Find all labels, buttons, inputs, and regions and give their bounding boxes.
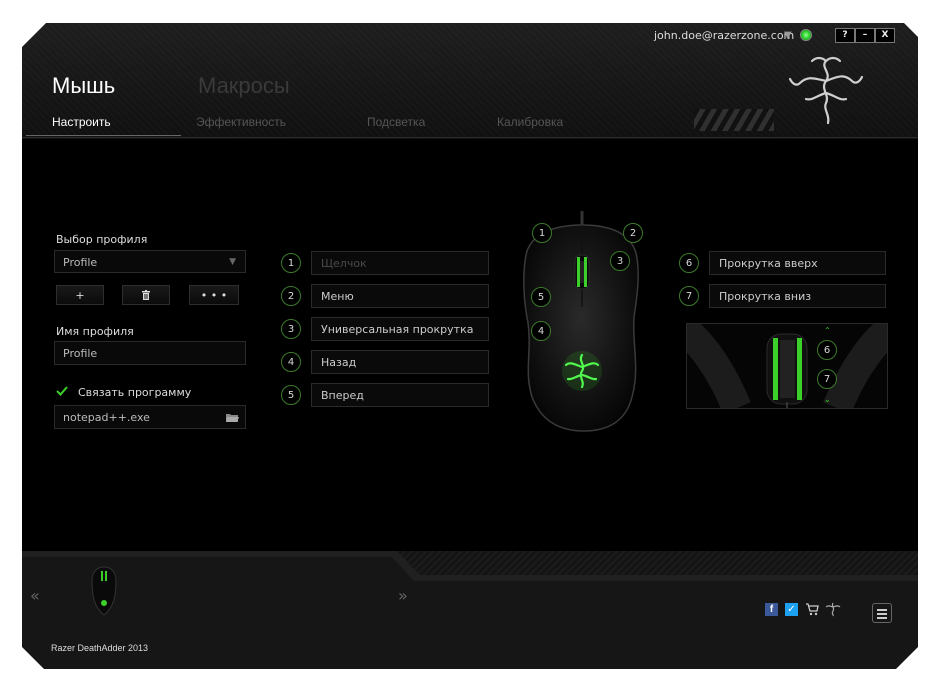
footer-background bbox=[22, 551, 918, 669]
button-number-3: 3 bbox=[281, 319, 301, 339]
device-thumbnail[interactable] bbox=[90, 565, 118, 617]
button-assign-1[interactable]: Щелчок bbox=[311, 251, 489, 275]
razer-insider-icon[interactable] bbox=[825, 601, 841, 617]
razer-logo-icon bbox=[788, 56, 864, 125]
mouse-marker-2[interactable]: 2 bbox=[623, 223, 643, 243]
device-next-arrow[interactable]: » bbox=[398, 586, 408, 605]
button-number-7: 7 bbox=[679, 286, 699, 306]
zoom-marker-7[interactable]: 7 bbox=[817, 369, 837, 389]
program-path-value: notepad++.exe bbox=[63, 411, 150, 424]
menu-line-icon bbox=[877, 613, 887, 615]
twitter-icon[interactable]: ✓ bbox=[785, 603, 798, 616]
menu-button[interactable] bbox=[872, 603, 892, 623]
button-number-6: 6 bbox=[679, 253, 699, 273]
button-number-1: 1 bbox=[281, 253, 301, 273]
window-corner bbox=[22, 647, 44, 669]
device-name: Razer DeathAdder 2013 bbox=[51, 643, 149, 653]
profile-select[interactable]: Profile ▼ bbox=[54, 250, 246, 273]
profile-more-button[interactable]: • • • bbox=[189, 285, 239, 305]
window-corner bbox=[904, 23, 918, 37]
mouse-diagram: 1 2 3 5 4 bbox=[512, 211, 652, 437]
user-dropdown-icon[interactable]: ▼ bbox=[784, 30, 792, 41]
window-corner bbox=[896, 647, 918, 669]
user-email[interactable]: john.doe@razerzone.com bbox=[654, 29, 794, 42]
button-number-2: 2 bbox=[281, 286, 301, 306]
window-corner bbox=[22, 23, 46, 47]
cart-icon[interactable] bbox=[806, 603, 819, 616]
facebook-icon[interactable]: f bbox=[765, 603, 778, 616]
minimize-button[interactable]: – bbox=[855, 28, 875, 43]
tab-lighting[interactable]: Подсветка bbox=[367, 115, 425, 129]
close-button[interactable]: X bbox=[875, 28, 895, 43]
button-assign-2[interactable]: Меню bbox=[311, 284, 489, 308]
tab-calibration[interactable]: Калибровка bbox=[497, 115, 563, 129]
button-assign-7[interactable]: Прокрутка вниз bbox=[709, 284, 886, 308]
program-path-input[interactable]: notepad++.exe bbox=[54, 405, 246, 429]
zoom-marker-6[interactable]: 6 bbox=[817, 340, 837, 360]
link-program-checkbox[interactable] bbox=[56, 385, 68, 397]
svg-text:⌃: ⌃ bbox=[824, 326, 831, 335]
profile-select-value: Profile bbox=[63, 256, 98, 269]
button-number-4: 4 bbox=[281, 352, 301, 372]
add-profile-button[interactable]: + bbox=[56, 285, 104, 305]
profile-select-label: Выбор профиля bbox=[56, 233, 148, 246]
mouse-marker-3[interactable]: 3 bbox=[610, 251, 630, 271]
razer-synapse-window: john.doe@razerzone.com ▼ ? – X Мышь Макр… bbox=[22, 23, 918, 669]
help-button[interactable]: ? bbox=[835, 28, 855, 43]
scroll-wheel-zoom: ⌃ ⌄ 6 7 bbox=[686, 323, 888, 409]
online-status-icon bbox=[800, 29, 812, 41]
button-number-5: 5 bbox=[281, 385, 301, 405]
tab-performance[interactable]: Эффективность bbox=[196, 115, 286, 129]
chevron-down-icon: ▼ bbox=[229, 257, 236, 267]
delete-profile-button[interactable] bbox=[122, 285, 170, 305]
tab-customize[interactable]: Настроить bbox=[52, 115, 111, 129]
svg-text:⌄: ⌄ bbox=[824, 395, 831, 404]
profile-name-input[interactable]: Profile bbox=[54, 341, 246, 365]
tab-mouse[interactable]: Мышь bbox=[52, 73, 115, 99]
scroll-wheel-image: ⌃ ⌄ bbox=[687, 324, 887, 408]
mouse-marker-1[interactable]: 1 bbox=[532, 223, 552, 243]
mouse-marker-4[interactable]: 4 bbox=[531, 321, 551, 341]
header-divider bbox=[22, 137, 918, 138]
button-assign-5[interactable]: Вперед bbox=[311, 383, 489, 407]
tab-macros[interactable]: Макросы bbox=[198, 73, 290, 99]
active-tab-underline bbox=[26, 135, 181, 136]
sub-tabs: Настроить Эффективность Подсветка Калибр… bbox=[22, 109, 918, 137]
button-assign-3[interactable]: Универсальная прокрутка bbox=[311, 317, 489, 341]
device-prev-arrow[interactable]: « bbox=[30, 586, 40, 605]
profile-name-label: Имя профиля bbox=[56, 325, 134, 338]
button-assign-4[interactable]: Назад bbox=[311, 350, 489, 374]
folder-icon[interactable] bbox=[226, 413, 239, 423]
mouse-marker-5[interactable]: 5 bbox=[531, 287, 551, 307]
menu-line-icon bbox=[877, 609, 887, 611]
trash-icon bbox=[142, 290, 150, 300]
button-assign-6[interactable]: Прокрутка вверх bbox=[709, 251, 886, 275]
link-program-label: Связать программу bbox=[78, 386, 192, 399]
menu-line-icon bbox=[877, 617, 887, 619]
